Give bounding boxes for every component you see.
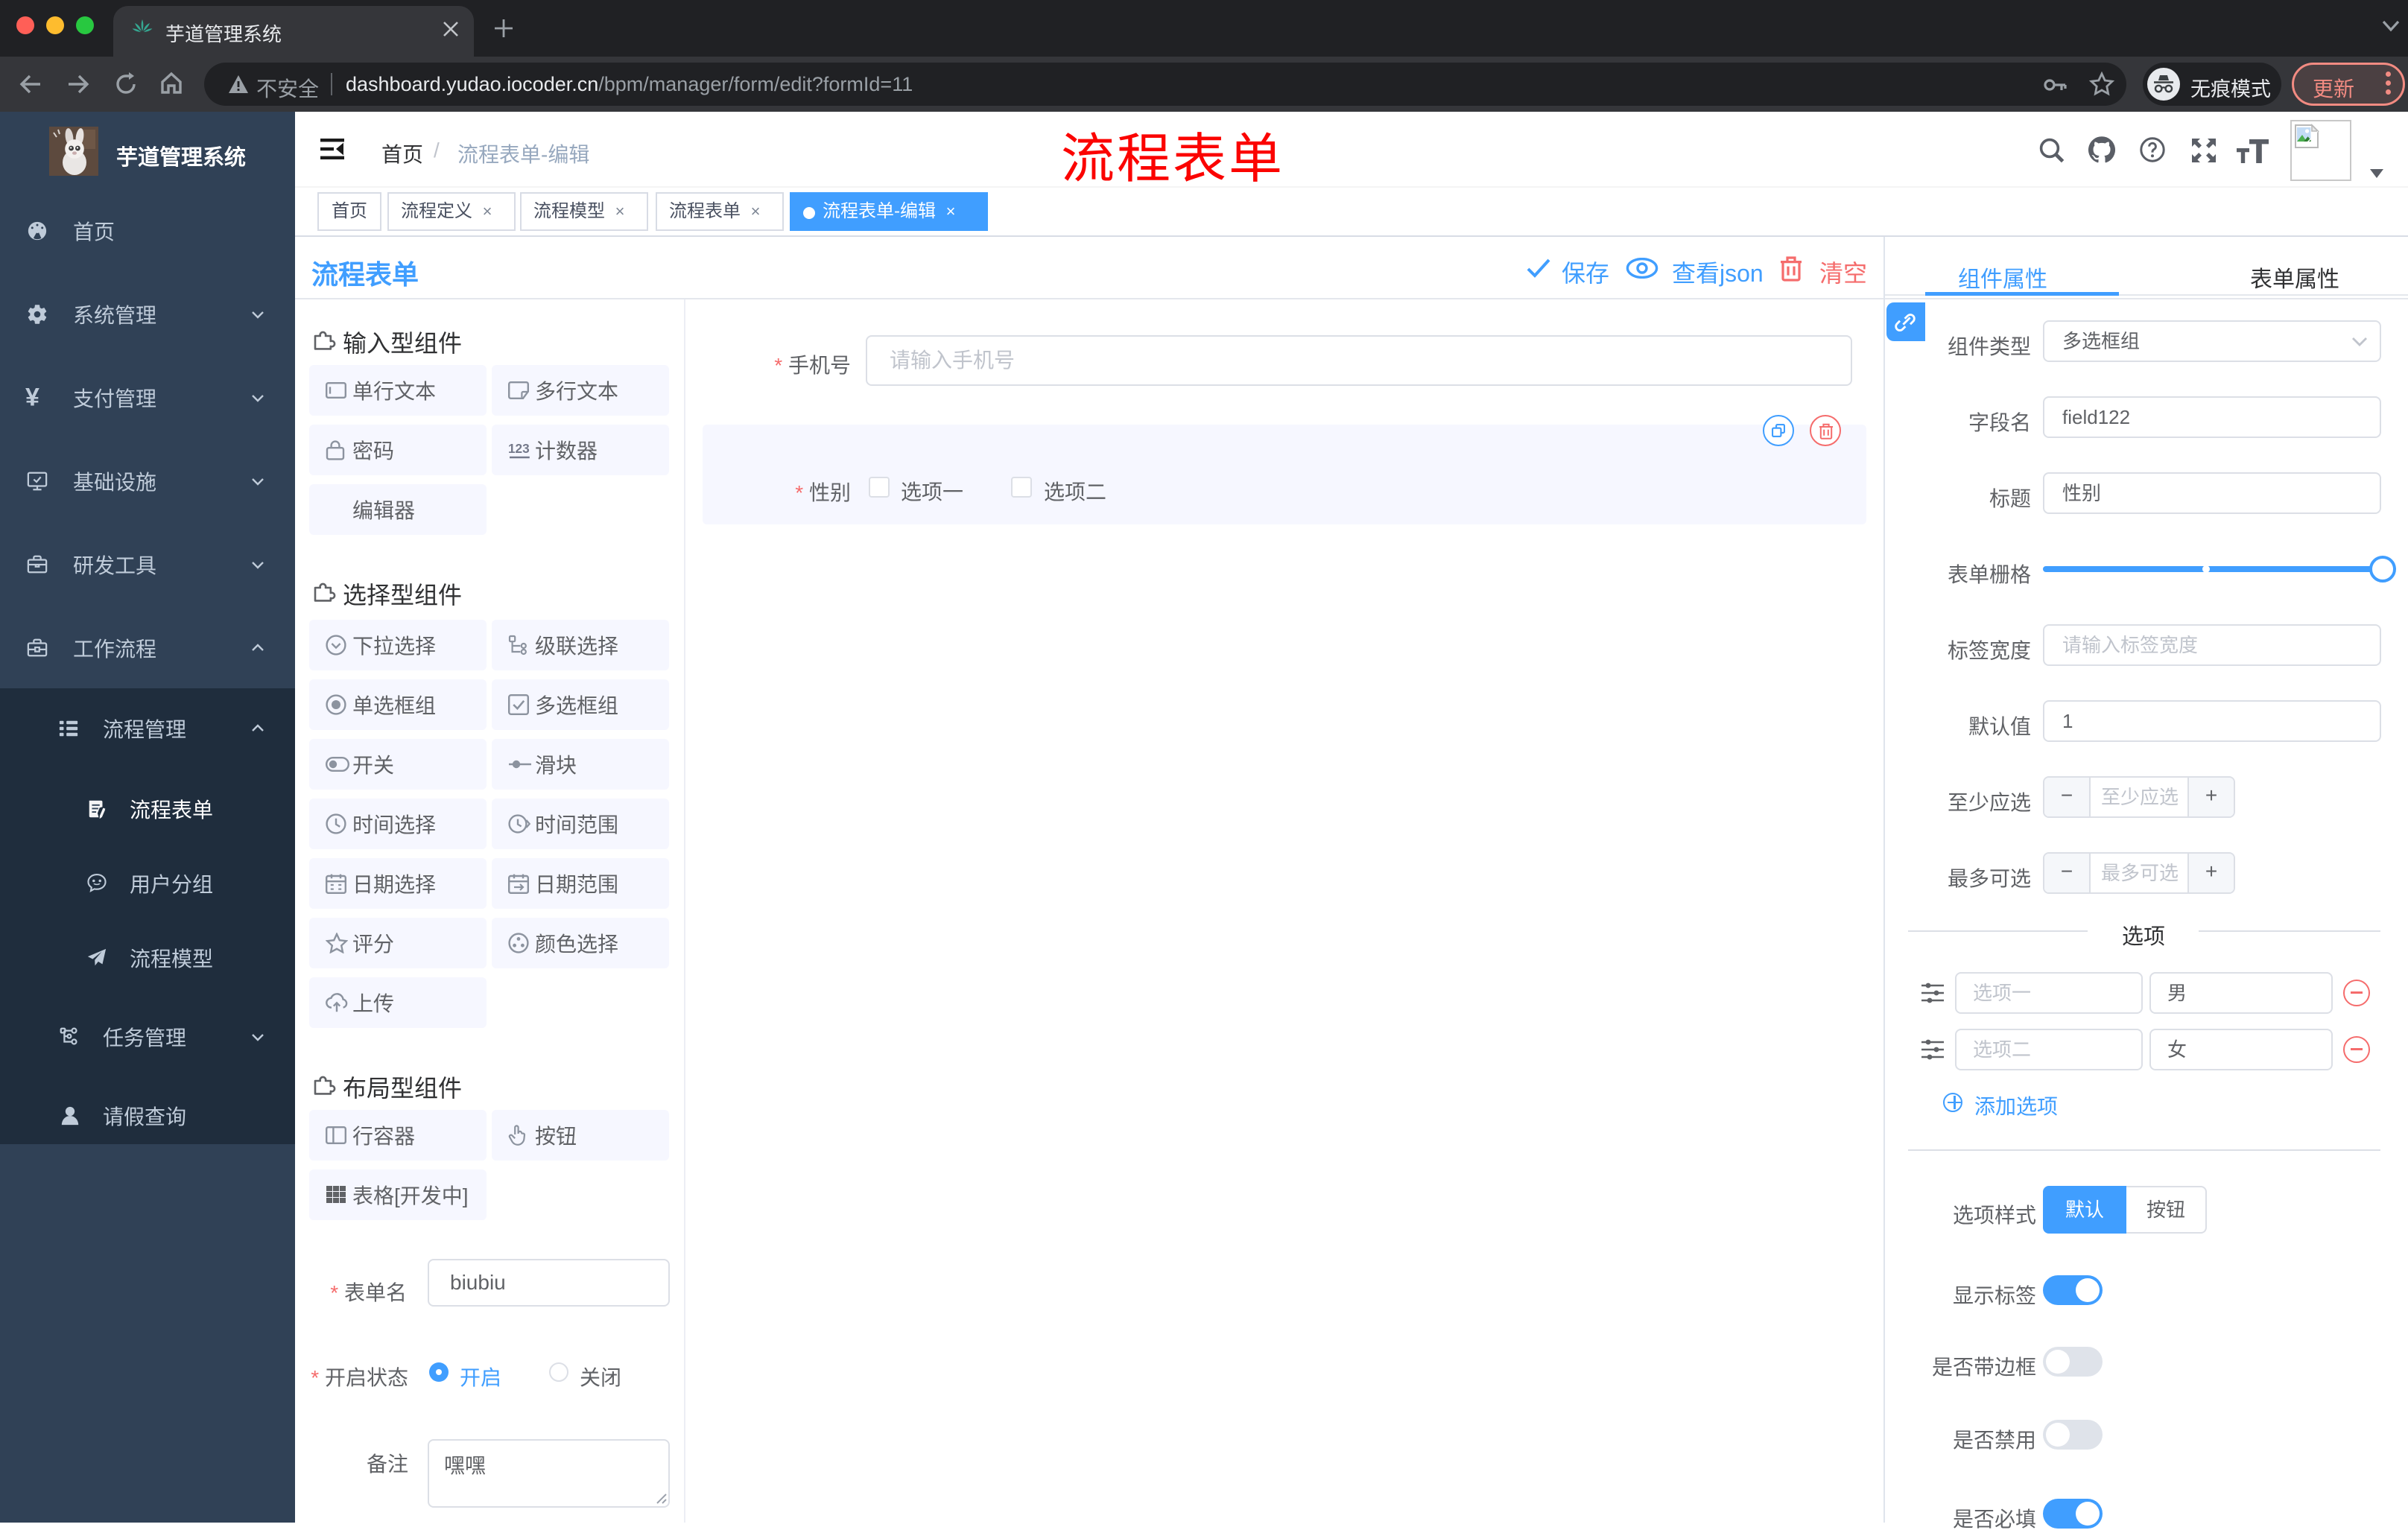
svg-text:123: 123 (508, 441, 530, 456)
